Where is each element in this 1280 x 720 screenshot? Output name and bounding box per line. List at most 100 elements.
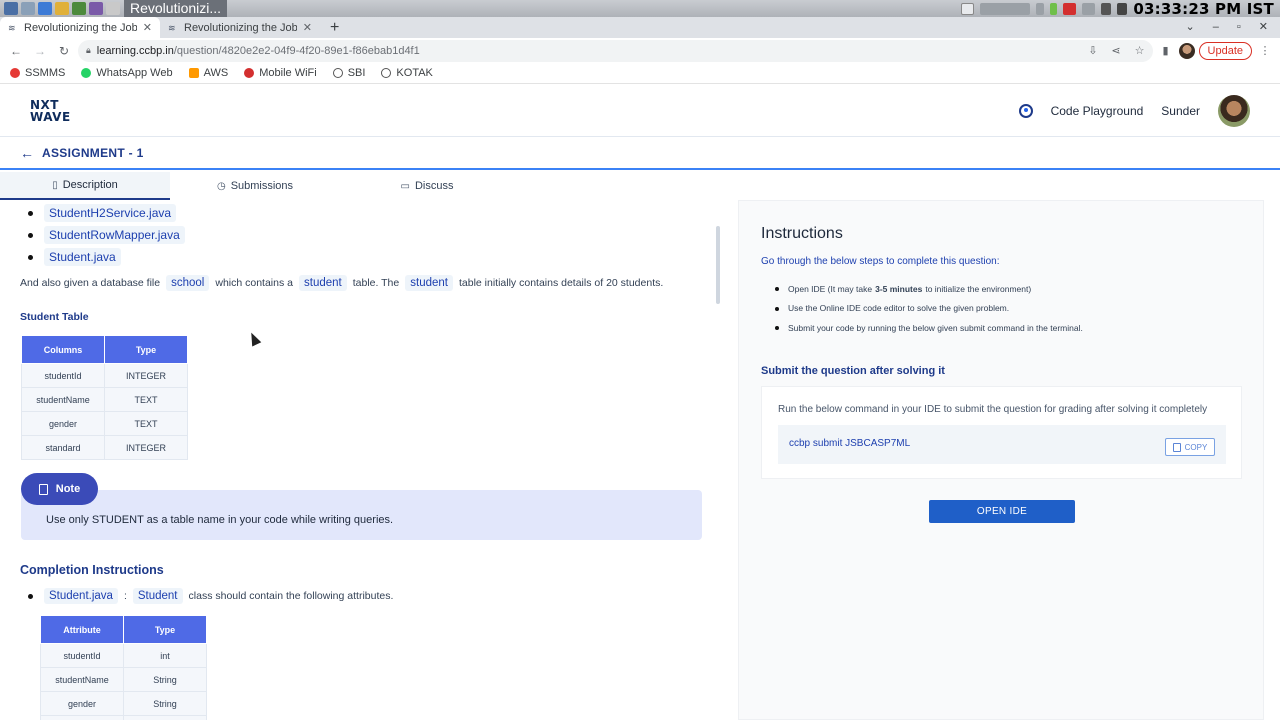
lock-icon[interactable]: 🔒︎ <box>86 45 91 56</box>
database-description: And also given a database file school wh… <box>0 273 722 293</box>
minimize-icon[interactable]: – <box>1213 17 1219 38</box>
tab-submissions[interactable]: ◷ Submissions <box>170 172 340 200</box>
attribute-table: Attribute Type studentId int studentName S… <box>40 615 207 720</box>
os-top-bar: Revolutionizi... 03:33:23 PM IST <box>0 0 1280 18</box>
code-playground-link[interactable]: Code Playground <box>1051 104 1144 118</box>
timer-icon[interactable] <box>1018 103 1033 118</box>
back-arrow-icon[interactable]: ← <box>20 145 34 161</box>
record-icon[interactable] <box>1063 2 1077 15</box>
code-chip: student <box>299 275 347 291</box>
note-badge: Note <box>21 473 98 505</box>
network-icon[interactable] <box>1082 2 1096 15</box>
chrome-tray-icon[interactable] <box>961 2 975 15</box>
install-icon[interactable]: ⇩ <box>1088 44 1097 57</box>
globe-icon <box>332 68 343 78</box>
close-window-icon[interactable]: ✕ <box>1259 17 1268 38</box>
submit-card: Run the below command in your IDE to sub… <box>761 386 1242 479</box>
text: And also given a database file <box>20 277 161 289</box>
bluetooth-icon[interactable] <box>1036 2 1045 15</box>
bookmark-kotak[interactable]: KOTAK <box>381 67 433 79</box>
browser-tab-2[interactable]: ≋ Revolutionizing the Job M ✕ <box>160 17 320 38</box>
bookmark-label: WhatsApp Web <box>96 67 173 79</box>
files-icon[interactable] <box>21 2 35 15</box>
table-header: Type <box>104 335 188 364</box>
list-item: Use the Online IDE code editor to solve … <box>775 299 1083 319</box>
bookmark-ssmms[interactable]: SSMMS <box>10 67 65 79</box>
tab-label: Discuss <box>414 180 454 192</box>
reload-icon[interactable]: ↻ <box>54 44 74 58</box>
step-text: Use the Online IDE code editor to solve … <box>788 303 1010 314</box>
description-scrollbar[interactable] <box>716 226 720 304</box>
bookmark-aws[interactable]: AWS <box>188 67 228 79</box>
tab-search-icon[interactable]: ⌄ <box>1186 17 1195 38</box>
kebab-menu-icon[interactable]: ⋮ <box>1256 44 1274 57</box>
bookmark-label: SSMMS <box>25 67 66 79</box>
url-host: learning.ccbp.in <box>96 44 174 57</box>
file-chip: StudentRowMapper.java <box>44 226 185 244</box>
user-name[interactable]: Sunder <box>1161 104 1200 118</box>
user-avatar[interactable] <box>1218 94 1250 127</box>
table-row: standardint <box>40 715 207 720</box>
editor-icon[interactable] <box>89 2 103 15</box>
note-label: Note <box>55 483 81 495</box>
tab-discuss[interactable]: ▭ Discuss <box>342 172 512 200</box>
app-icon[interactable] <box>106 2 120 15</box>
table-cell: standard <box>21 435 105 460</box>
bookmark-label: Mobile WiFi <box>259 67 317 79</box>
text: table initially contains details of 20 s… <box>458 277 664 289</box>
list-item: Submit your code by running the below gi… <box>775 318 1083 338</box>
browser-icon[interactable] <box>38 2 52 15</box>
text: table. The <box>352 277 400 289</box>
copy-button[interactable]: COPY <box>1165 438 1215 456</box>
address-bar[interactable]: 🔒︎ learning.ccbp.in/question/4820e2e2-04… <box>78 39 1153 62</box>
table-row: gender TEXT <box>21 411 188 436</box>
bookmark-mobile-wifi[interactable]: Mobile WiFi <box>244 67 317 79</box>
open-ide-button[interactable]: OPEN IDE <box>929 500 1075 523</box>
tab-description[interactable]: ▯ Description <box>0 172 170 200</box>
forward-icon[interactable]: → <box>30 44 50 58</box>
browser-tab-1[interactable]: ≋ Revolutionizing the Job M ✕ <box>0 17 160 38</box>
step-text: to initialize the environment) <box>925 283 1032 294</box>
os-window-title[interactable]: Revolutionizi... <box>124 0 228 17</box>
nxtwave-logo[interactable]: NXT WAVE <box>30 99 71 123</box>
bookmark-whatsapp[interactable]: WhatsApp Web <box>81 67 173 79</box>
note-box: Note Use only STUDENT as a table name in… <box>21 473 702 540</box>
chrome-icon[interactable] <box>55 2 69 15</box>
signal-icon[interactable] <box>1101 2 1112 15</box>
tab-close-icon[interactable]: ✕ <box>143 21 152 34</box>
assignment-title: ASSIGNMENT - 1 <box>42 146 144 160</box>
window-controls: ⌄ – ▫ ✕ <box>1186 17 1280 38</box>
instructions-pane: Instructions Go through the below steps … <box>738 200 1264 720</box>
list-item: StudentRowMapper.java <box>28 224 722 246</box>
browser-tab-title: Revolutionizing the Job M <box>184 21 297 34</box>
side-panel-icon[interactable]: ▮ <box>1157 44 1175 57</box>
tray-icon[interactable] <box>980 2 1031 15</box>
battery-icon[interactable] <box>1050 2 1058 15</box>
new-tab-button[interactable]: + <box>320 17 349 38</box>
share-icon[interactable]: ⋖ <box>1111 44 1120 57</box>
table-cell: String <box>123 691 207 716</box>
bookmark-sbi[interactable]: SBI <box>332 67 365 79</box>
tab-close-icon[interactable]: ✕ <box>303 21 312 34</box>
question-tabs: ▯ Description ◷ Submissions ▭ Discuss <box>0 172 722 200</box>
table-cell: String <box>123 667 207 692</box>
menu-icon[interactable] <box>4 2 18 15</box>
submit-command[interactable]: ccbp submit JSBCASP7ML <box>789 438 910 449</box>
bookmark-star-icon[interactable]: ☆ <box>1135 44 1145 57</box>
table-cell: INTEGER <box>104 435 188 460</box>
volume-icon[interactable] <box>1117 2 1128 15</box>
profile-avatar[interactable] <box>1178 42 1195 59</box>
description-pane[interactable]: StudentH2Service.java StudentRowMapper.j… <box>0 200 722 720</box>
ssmms-icon <box>10 68 20 78</box>
table-cell: TEXT <box>104 387 188 412</box>
list-item: Student.java <box>28 246 722 268</box>
update-button[interactable]: Update <box>1198 41 1252 60</box>
file-list: StudentH2Service.java StudentRowMapper.j… <box>0 202 722 268</box>
maximize-icon[interactable]: ▫ <box>1237 17 1241 38</box>
back-icon[interactable]: ← <box>6 44 26 58</box>
code-chip: Student <box>132 588 183 604</box>
step-text: Submit your code by running the below gi… <box>788 322 1083 333</box>
assignment-bar: ← ASSIGNMENT - 1 <box>0 138 1280 170</box>
globe-icon <box>381 68 392 78</box>
terminal-icon[interactable] <box>72 2 86 15</box>
